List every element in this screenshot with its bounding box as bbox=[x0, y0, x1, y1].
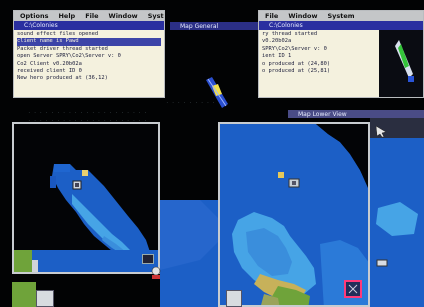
log-line: v0.20b02a bbox=[262, 38, 292, 45]
map-general-titlebar[interactable]: Map General bbox=[170, 22, 260, 30]
grass-tile bbox=[12, 282, 36, 307]
log-line: SPRY\Co2\Server v: 0 bbox=[262, 45, 327, 52]
menu-window[interactable]: Window bbox=[109, 12, 138, 20]
log-line: ient ID 1 bbox=[262, 53, 292, 60]
menu-file[interactable]: File bbox=[85, 12, 98, 20]
log-line: Co2 Client v0.20b02a bbox=[17, 60, 82, 67]
minimap-panel[interactable] bbox=[379, 30, 423, 98]
left-window-title: C:\Colonies bbox=[24, 22, 58, 29]
unit-icon[interactable] bbox=[288, 178, 300, 188]
menu-help[interactable]: Help bbox=[58, 12, 75, 20]
selected-tile-marker[interactable] bbox=[344, 280, 362, 298]
left-map-window[interactable] bbox=[12, 122, 160, 274]
desktop: · · · · · · · · · · · · · · · · · · · · … bbox=[0, 0, 424, 307]
log-line: o produced at (24,80) bbox=[262, 60, 331, 67]
menu-options[interactable]: Options bbox=[20, 12, 48, 20]
log-line: Packet driver thread started bbox=[17, 45, 108, 52]
log-line: o produced at (25,81) bbox=[262, 68, 331, 75]
left-map-bottom bbox=[14, 250, 158, 272]
menu-system[interactable]: System bbox=[327, 12, 354, 20]
unit-icon[interactable] bbox=[278, 172, 284, 178]
unit-icon[interactable] bbox=[72, 180, 82, 190]
map-lower-titlebar[interactable]: Map Lower View bbox=[288, 110, 424, 118]
grass-tile bbox=[14, 250, 32, 272]
log-line: ry thread started bbox=[262, 31, 318, 37]
menu-window[interactable]: Window bbox=[288, 12, 317, 20]
left-log-panel: sound effect files opened client name is… bbox=[14, 30, 164, 97]
ship-icon[interactable] bbox=[142, 254, 154, 264]
map-general-title: Map General bbox=[180, 22, 219, 30]
menu-system[interactable]: System bbox=[148, 12, 164, 20]
log-line: sound effect files opened bbox=[17, 31, 99, 37]
unit-panel[interactable] bbox=[226, 290, 242, 307]
unit-icon[interactable] bbox=[82, 170, 88, 176]
right-menubar: File Window System bbox=[259, 11, 423, 21]
settler-icon[interactable] bbox=[150, 266, 162, 280]
settler-icon[interactable] bbox=[379, 30, 423, 98]
log-line-selected[interactable]: client name is Pawd bbox=[17, 38, 161, 46]
log-line: open Server SPRY\Co2\Server v: 0 bbox=[17, 53, 121, 60]
log-line: New hero produced at (36,12) bbox=[17, 75, 108, 82]
right-log-window: File Window System C:\Colonies ry thread… bbox=[258, 10, 424, 98]
cursor-arrow-icon[interactable] bbox=[374, 124, 390, 138]
satellite-icon[interactable] bbox=[204, 76, 230, 110]
right-titlebar[interactable]: C:\Colonies bbox=[259, 21, 423, 30]
unit-icon[interactable] bbox=[32, 260, 38, 272]
menu-file[interactable]: File bbox=[265, 12, 278, 20]
ship-icon[interactable] bbox=[376, 258, 388, 268]
log-line: received client ID 0 bbox=[17, 68, 82, 75]
left-menubar: Options Help File Window System bbox=[14, 11, 164, 21]
left-log-window: Options Help File Window System C:\Colon… bbox=[13, 10, 165, 98]
map-lower-title: Map Lower View bbox=[298, 110, 347, 118]
grid-ticks: · · · · · · · · · · · · · · · · · · · · … bbox=[28, 110, 148, 115]
right-window-title: C:\Colonies bbox=[269, 22, 303, 29]
unit-panel[interactable] bbox=[36, 290, 54, 307]
right-ocean-strip[interactable] bbox=[370, 118, 424, 307]
left-titlebar[interactable]: C:\Colonies bbox=[14, 21, 164, 30]
